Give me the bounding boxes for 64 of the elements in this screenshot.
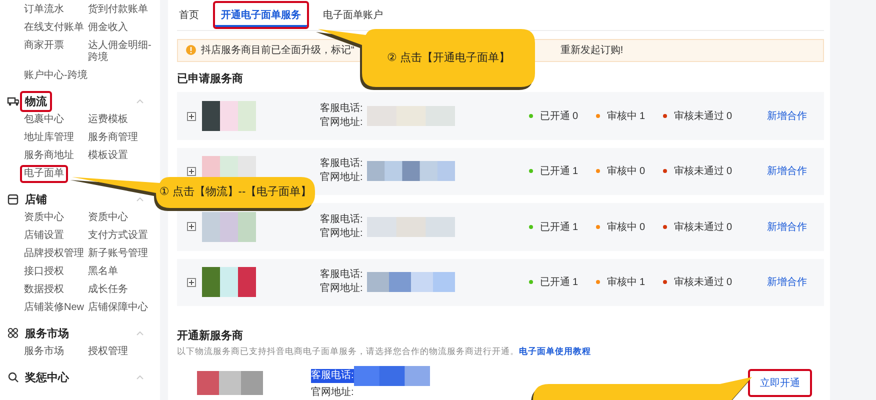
status-count: 已开通 1 <box>540 276 578 290</box>
tab[interactable]: 首页 <box>177 0 207 29</box>
menu-item[interactable]: 数据授权 <box>20 281 68 299</box>
menu-item[interactable]: 运费模板 <box>84 111 132 129</box>
status-count: 审核未通过 0 <box>674 164 732 178</box>
website-label: 官网地址: <box>320 116 363 130</box>
website-label: 官网地址: <box>320 282 363 296</box>
tab[interactable]: 电子面单账户 <box>315 0 391 29</box>
phone-label: 客服电话: <box>320 157 363 172</box>
menu-item[interactable]: 资质中心 <box>84 209 132 227</box>
menu-item[interactable]: 商家开票 <box>20 37 68 55</box>
menu-item[interactable]: 货到付款账单 <box>84 1 152 19</box>
menu-item[interactable]: 接口授权 <box>20 263 68 281</box>
status-count: 已开通 1 <box>540 220 578 234</box>
activate-button[interactable]: 立即开通 <box>748 368 812 397</box>
menu-item[interactable]: 服务商地址 <box>20 147 78 165</box>
status-count: 审核中 1 <box>606 276 646 290</box>
menu-group-title[interactable]: 奖惩中心 <box>20 366 74 388</box>
status-count: 审核未通过 0 <box>674 110 732 124</box>
tutorial-link[interactable]: 电子面单使用教程 <box>519 346 591 356</box>
menu-item[interactable]: 资质中心 <box>20 209 68 227</box>
phone-label: 客服电话: <box>311 368 354 383</box>
status-count: 审核未通过 0 <box>674 276 732 290</box>
phone-label: 客服电话: <box>320 268 363 282</box>
menu-item[interactable]: 账户中心-跨境 <box>20 67 92 85</box>
menu-item[interactable]: 店铺设置 <box>20 227 68 245</box>
menu-item[interactable]: 地址库管理 <box>20 129 78 147</box>
callout-text: ② 点击【开通电子面单】 <box>387 50 510 64</box>
menu-item[interactable]: 黑名单 <box>84 263 122 281</box>
menu-item[interactable]: 服务商管理 <box>84 129 142 147</box>
menu-item[interactable]: 授权管理 <box>84 343 132 361</box>
status-count: 审核未通过 0 <box>674 220 732 234</box>
website-label: 官网地址: <box>320 226 363 241</box>
add-cooperation-link[interactable]: 新增合作 <box>766 220 807 234</box>
menu-item[interactable]: 包裹中心 <box>20 111 68 129</box>
tab[interactable]: 开通电子面单服务 <box>213 0 309 29</box>
phone-label: 客服电话: <box>320 212 363 227</box>
status-count: 审核中 1 <box>606 110 646 124</box>
add-cooperation-link[interactable]: 新增合作 <box>766 275 807 290</box>
menu-item[interactable]: 达人佣金明细-跨境 <box>84 37 160 67</box>
menu-group-title[interactable]: 店铺 <box>20 188 52 210</box>
menu-group-title[interactable]: 服务市场 <box>20 322 74 344</box>
section-title: 已申请服务商 <box>177 72 244 86</box>
menu-item[interactable]: 服务市场 <box>20 343 68 361</box>
menu-item[interactable]: 模板设置 <box>84 147 132 165</box>
website-label: 官网地址: <box>320 171 363 186</box>
description-text: 以下物流服务商已支持抖音电商电子面单服务，请选择您合作的物流服务商进行开通。 <box>177 346 519 356</box>
menu-item[interactable]: 成长任务 <box>84 281 132 299</box>
callout-text: ① 点击【物流】--【电子面单】 <box>159 184 312 199</box>
add-cooperation-link[interactable]: 新增合作 <box>766 109 807 124</box>
status-count: 已开通 1 <box>540 164 578 178</box>
notice-text: 抖店服务商目前已全面升级，标记“ <box>201 44 354 58</box>
menu-item[interactable]: 支付方式设置 <box>84 227 152 245</box>
status-count: 审核中 0 <box>606 164 646 178</box>
status-count: 审核中 0 <box>606 220 646 234</box>
notice-text: 重新发起订购! <box>560 44 624 58</box>
phone-label: 客服电话: <box>320 102 363 116</box>
menu-item[interactable]: 订单流水 <box>20 1 68 19</box>
add-cooperation-link[interactable]: 新增合作 <box>766 164 807 178</box>
section-title: 开通新服务商 <box>177 328 244 343</box>
website-label: 官网地址: <box>311 386 355 400</box>
menu-item[interactable]: 电子面单 <box>20 165 68 183</box>
menu-group-title[interactable]: 物流 <box>20 90 52 112</box>
status-count: 已开通 0 <box>540 110 578 124</box>
